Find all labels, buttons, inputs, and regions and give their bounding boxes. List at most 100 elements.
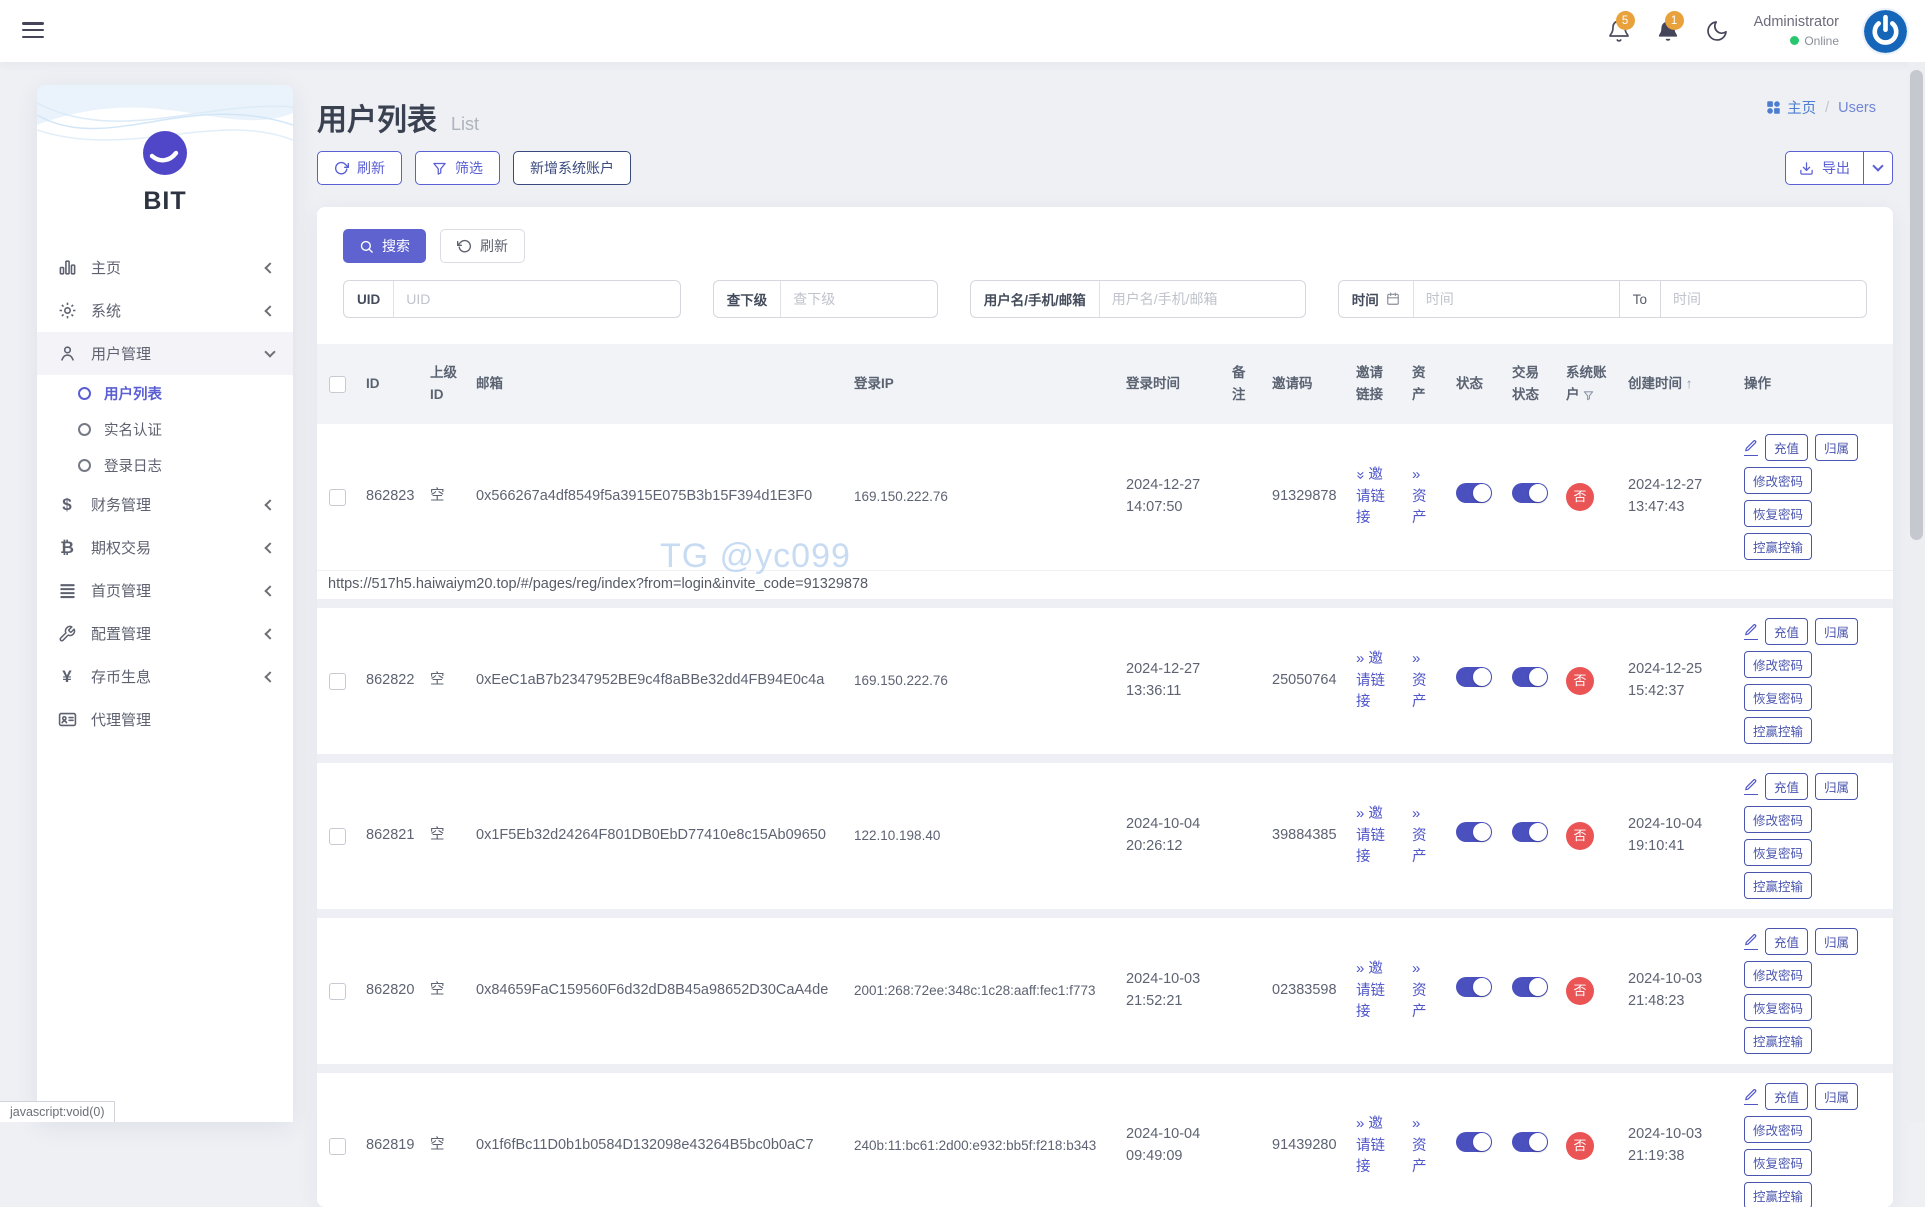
- recover-password-button[interactable]: 恢复密码: [1744, 994, 1812, 1021]
- sidebar-item-agent-management[interactable]: 代理管理: [37, 698, 293, 741]
- add-system-account-button[interactable]: 新增系统账户: [513, 151, 631, 185]
- header-parent-id: 上级ID: [421, 362, 467, 405]
- invite-url-row[interactable]: https://517h5.haiwaiym20.top/#/pages/reg…: [317, 570, 1893, 599]
- row-checkbox[interactable]: [329, 828, 346, 845]
- export-dropdown-caret[interactable]: [1864, 152, 1892, 184]
- search-refresh-button[interactable]: 刷新: [440, 229, 525, 263]
- breadcrumb-home[interactable]: 主页: [1766, 97, 1816, 118]
- belong-button[interactable]: 归属: [1815, 928, 1858, 955]
- edit-icon[interactable]: [1744, 933, 1758, 950]
- sidebar-item-system[interactable]: 系统: [37, 289, 293, 332]
- uid-label: UID: [344, 292, 393, 307]
- change-password-button[interactable]: 修改密码: [1744, 1116, 1812, 1143]
- edit-icon[interactable]: [1744, 778, 1758, 795]
- sidebar-item-home[interactable]: 主页: [37, 246, 293, 289]
- select-all-checkbox[interactable]: [329, 376, 346, 393]
- sub-level-input[interactable]: [781, 291, 937, 307]
- bell-filled-icon[interactable]: 1: [1656, 19, 1680, 43]
- status-toggle[interactable]: [1456, 483, 1492, 503]
- invite-link[interactable]: » 邀请链接: [1356, 651, 1385, 711]
- time-to-input[interactable]: [1661, 291, 1866, 307]
- status-toggle[interactable]: [1456, 667, 1492, 687]
- trade-status-toggle[interactable]: [1512, 483, 1548, 503]
- sidebar-item-deposit-interest[interactable]: ¥ 存币生息: [37, 655, 293, 698]
- recover-password-button[interactable]: 恢复密码: [1744, 500, 1812, 527]
- menu-toggle-icon[interactable]: [22, 22, 44, 42]
- control-win-loss-button[interactable]: 控赢控输: [1744, 1182, 1812, 1207]
- invite-link[interactable]: » 邀请链接: [1356, 961, 1385, 1021]
- trade-status-toggle[interactable]: [1512, 822, 1548, 842]
- sidebar-subitem-real-name-auth[interactable]: 实名认证: [37, 411, 293, 447]
- moon-icon[interactable]: [1705, 19, 1729, 43]
- scrollbar-thumb[interactable]: [1910, 70, 1923, 540]
- breadcrumb-current: Users: [1838, 100, 1876, 116]
- control-win-loss-button[interactable]: 控赢控输: [1744, 533, 1812, 560]
- recharge-button[interactable]: 充值: [1765, 1083, 1808, 1110]
- row-checkbox[interactable]: [329, 1138, 346, 1155]
- row-checkbox[interactable]: [329, 983, 346, 1000]
- sidebar-subitem-login-logs[interactable]: 登录日志: [37, 447, 293, 483]
- invite-link[interactable]: » 邀请链接: [1356, 1116, 1385, 1176]
- recharge-button[interactable]: 充值: [1765, 434, 1808, 461]
- recharge-button[interactable]: 充值: [1765, 928, 1808, 955]
- control-win-loss-button[interactable]: 控赢控输: [1744, 1027, 1812, 1054]
- export-button[interactable]: 导出: [1785, 151, 1893, 185]
- recover-password-button[interactable]: 恢复密码: [1744, 684, 1812, 711]
- invite-link[interactable]: » 邀请链接: [1356, 467, 1385, 527]
- recharge-button[interactable]: 充值: [1765, 773, 1808, 800]
- uid-input[interactable]: [394, 291, 679, 307]
- time-from-input[interactable]: [1414, 291, 1619, 307]
- change-password-button[interactable]: 修改密码: [1744, 806, 1812, 833]
- asset-link[interactable]: » 资产: [1412, 651, 1427, 711]
- row-checkbox[interactable]: [329, 673, 346, 690]
- control-win-loss-button[interactable]: 控赢控输: [1744, 872, 1812, 899]
- trade-status-toggle[interactable]: [1512, 1132, 1548, 1152]
- control-win-loss-button[interactable]: 控赢控输: [1744, 717, 1812, 744]
- sidebar-item-options-trading[interactable]: ₿ 期权交易: [37, 526, 293, 569]
- sub-level-field-group: 查下级: [713, 280, 938, 318]
- status-toggle[interactable]: [1456, 977, 1492, 997]
- filter-funnel-icon: [1583, 390, 1594, 401]
- filter-button[interactable]: 筛选: [415, 151, 500, 185]
- row-checkbox[interactable]: [329, 489, 346, 506]
- cell-actions: 充值归属 修改密码 恢复密码 控赢控输: [1735, 618, 1893, 744]
- sidebar-item-config-management[interactable]: 配置管理: [37, 612, 293, 655]
- refresh-button[interactable]: 刷新: [317, 151, 402, 185]
- sidebar-submenu: 用户列表 实名认证 登录日志: [37, 375, 293, 483]
- status-toggle[interactable]: [1456, 1132, 1492, 1152]
- change-password-button[interactable]: 修改密码: [1744, 467, 1812, 494]
- username-input[interactable]: [1100, 291, 1305, 307]
- recover-password-button[interactable]: 恢复密码: [1744, 839, 1812, 866]
- bell-icon[interactable]: 5: [1607, 19, 1631, 43]
- recover-password-button[interactable]: 恢复密码: [1744, 1149, 1812, 1176]
- header-system-account[interactable]: 系统账户: [1557, 362, 1619, 405]
- cell-parent-id: 空: [421, 1135, 467, 1157]
- sidebar-item-finance-management[interactable]: $ 财务管理: [37, 483, 293, 526]
- chevron-double-down-icon: »: [1349, 471, 1372, 479]
- search-button[interactable]: 搜索: [343, 229, 426, 263]
- asset-link[interactable]: » 资产: [1412, 467, 1427, 527]
- invite-link[interactable]: » 邀请链接: [1356, 806, 1385, 866]
- trade-status-toggle[interactable]: [1512, 667, 1548, 687]
- asset-link[interactable]: » 资产: [1412, 961, 1427, 1021]
- change-password-button[interactable]: 修改密码: [1744, 651, 1812, 678]
- asset-link[interactable]: » 资产: [1412, 1116, 1427, 1176]
- edit-icon[interactable]: [1744, 439, 1758, 456]
- header-created-time[interactable]: 创建时间 ↑: [1619, 373, 1735, 395]
- change-password-button[interactable]: 修改密码: [1744, 961, 1812, 988]
- belong-button[interactable]: 归属: [1815, 434, 1858, 461]
- edit-icon[interactable]: [1744, 623, 1758, 640]
- status-toggle[interactable]: [1456, 822, 1492, 842]
- sidebar-subitem-user-list[interactable]: 用户列表: [37, 375, 293, 411]
- sidebar-item-user-management[interactable]: 用户管理: [37, 332, 293, 375]
- filter-fields: UID 查下级 用户名/手机/邮箱 时间 To: [317, 280, 1893, 318]
- belong-button[interactable]: 归属: [1815, 618, 1858, 645]
- asset-link[interactable]: » 资产: [1412, 806, 1427, 866]
- trade-status-toggle[interactable]: [1512, 977, 1548, 997]
- recharge-button[interactable]: 充值: [1765, 618, 1808, 645]
- belong-button[interactable]: 归属: [1815, 773, 1858, 800]
- sidebar-item-homepage-management[interactable]: 首页管理: [37, 569, 293, 612]
- avatar[interactable]: [1864, 10, 1907, 53]
- edit-icon[interactable]: [1744, 1088, 1758, 1105]
- belong-button[interactable]: 归属: [1815, 1083, 1858, 1110]
